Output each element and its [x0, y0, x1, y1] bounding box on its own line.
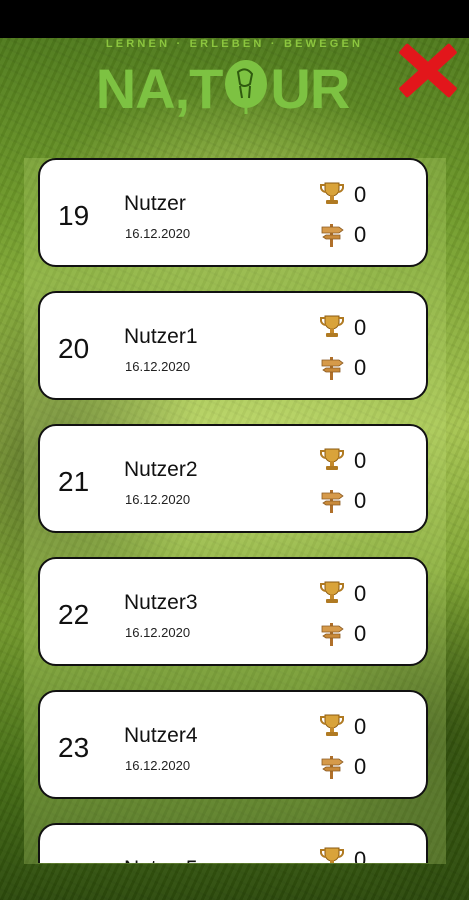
logo-text-right: UR	[270, 57, 350, 120]
user-name: Nutzer3	[124, 591, 198, 614]
logo-text-left: NA,T	[95, 57, 224, 120]
rank-number: 20	[58, 333, 90, 364]
join-date: 16.12.2020	[125, 226, 191, 241]
signpost-icon	[318, 752, 346, 780]
list-item[interactable]: 23 Nutzer4 16.12.2020 0 0	[38, 690, 428, 799]
route-count: 0	[354, 621, 367, 646]
signpost-icon	[318, 220, 346, 248]
join-date: 16.12.2020	[125, 492, 191, 507]
rank-number: 22	[58, 599, 90, 630]
route-count: 0	[354, 754, 367, 779]
rank-number: 23	[58, 732, 90, 763]
signpost-icon	[318, 486, 346, 514]
trophy-icon	[318, 579, 346, 607]
join-date: 16.12.2020	[125, 625, 191, 640]
rank-number: 19	[58, 200, 90, 231]
trophy-count: 0	[354, 448, 367, 473]
join-date: 16.12.2020	[125, 758, 191, 773]
user-name: Nutzer2	[124, 458, 198, 481]
signpost-icon	[318, 353, 346, 381]
close-button[interactable]	[396, 40, 460, 100]
user-name: Nutzer4	[124, 724, 198, 747]
route-count: 0	[354, 222, 367, 247]
trophy-icon	[318, 845, 346, 863]
rank-number: 21	[58, 466, 90, 497]
trophy-icon	[318, 712, 346, 740]
leaderboard-list[interactable]: 19 Nutzer 16.12.2020 0 0 20 Nutzer1 16.12.2020 0…	[38, 158, 432, 863]
trophy-icon	[318, 180, 346, 208]
list-item[interactable]: 22 Nutzer3 16.12.2020 0 0	[38, 557, 428, 666]
user-name: Nutzer5	[124, 857, 198, 863]
signpost-icon	[318, 619, 346, 647]
list-item[interactable]: 20 Nutzer1 16.12.2020 0 0	[38, 291, 428, 400]
trophy-count: 0	[354, 315, 367, 340]
trophy-count: 0	[354, 714, 367, 739]
route-count: 0	[354, 488, 367, 513]
logo: NA,T UR	[0, 54, 445, 124]
list-item[interactable]: 21 Nutzer2 16.12.2020 0 0	[38, 424, 428, 533]
list-item[interactable]: 24Nutzer516.12.202000	[38, 823, 428, 863]
logo-leaf-o	[222, 54, 270, 124]
user-name: Nutzer	[124, 192, 186, 215]
trophy-icon	[318, 313, 346, 341]
join-date: 16.12.2020	[125, 359, 191, 374]
trophy-count: 0	[354, 182, 367, 207]
trophy-icon	[318, 446, 346, 474]
list-item[interactable]: 19 Nutzer 16.12.2020 0 0	[38, 158, 428, 267]
trophy-count: 0	[354, 847, 367, 863]
status-bar	[0, 0, 469, 38]
trophy-count: 0	[354, 581, 367, 606]
user-name: Nutzer1	[124, 325, 198, 348]
route-count: 0	[354, 355, 367, 380]
